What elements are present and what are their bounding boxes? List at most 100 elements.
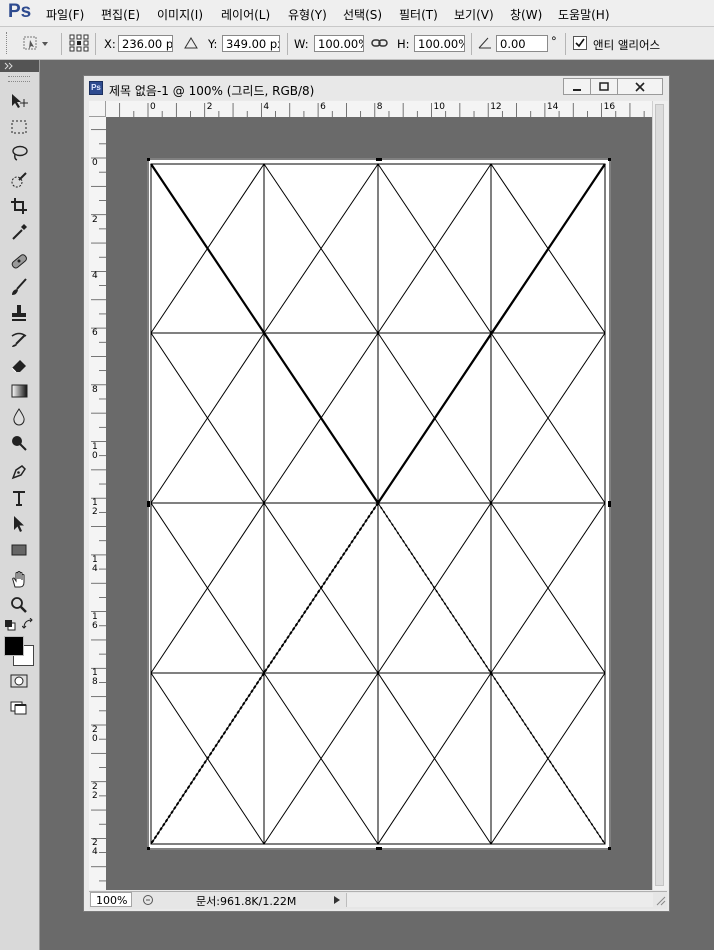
- reference-point-grid-icon: [69, 34, 89, 52]
- canvas-document[interactable]: [147, 158, 611, 850]
- gradient-tool[interactable]: [9, 381, 29, 401]
- eraser-tool[interactable]: [9, 355, 29, 375]
- ruler-label: 12: [92, 498, 98, 518]
- menu-window[interactable]: 창(W): [510, 6, 542, 23]
- healing-brush-tool[interactable]: [9, 251, 29, 271]
- menu-filter[interactable]: 필터(T): [399, 6, 438, 23]
- ruler-label: 12: [490, 102, 502, 112]
- screen-mode-button[interactable]: [9, 697, 29, 717]
- status-info-button[interactable]: [139, 893, 157, 907]
- link-icon[interactable]: [371, 36, 389, 50]
- history-brush-tool[interactable]: [9, 329, 29, 349]
- menu-file[interactable]: 파일(F): [46, 6, 84, 23]
- ruler-label: 14: [546, 102, 559, 112]
- separator: [95, 33, 96, 55]
- menu-image[interactable]: 이미지(I): [157, 6, 203, 23]
- stamp-icon: [12, 305, 26, 321]
- status-info-icon: [143, 895, 153, 905]
- degree-unit: °: [551, 34, 557, 48]
- checkmark-icon: [575, 38, 585, 48]
- close-icon: [635, 81, 645, 92]
- hand-icon: [12, 571, 25, 588]
- antialias-checkbox[interactable]: [573, 36, 587, 50]
- tools-panel-header[interactable]: [0, 60, 39, 72]
- y-label: Y:: [208, 37, 218, 51]
- hand-tool[interactable]: [9, 569, 29, 589]
- separator: [471, 33, 472, 55]
- crop-icon: [11, 198, 27, 214]
- ruler-origin[interactable]: [89, 101, 106, 117]
- rectangular-marquee-icon: [11, 120, 27, 134]
- document-icon: Ps: [89, 81, 103, 95]
- height-field[interactable]: 100.00%: [414, 35, 465, 52]
- antialias-label: 앤티 앨리어스: [593, 38, 661, 52]
- x-position-field[interactable]: 236.00 px: [118, 35, 173, 52]
- separator: [565, 33, 566, 55]
- ruler-label: 6: [320, 102, 326, 112]
- menu-layer[interactable]: 레이어(L): [221, 6, 270, 23]
- close-button[interactable]: [617, 78, 663, 95]
- vertical-scroll-thumb[interactable]: [655, 104, 664, 886]
- gradient-icon: [11, 384, 28, 398]
- type-tool[interactable]: [9, 488, 29, 508]
- height-label: H:: [397, 37, 410, 51]
- blur-tool[interactable]: [9, 407, 29, 427]
- transform-handle: [608, 501, 611, 507]
- menu-view[interactable]: 보기(V): [454, 6, 494, 23]
- type-icon: [13, 491, 25, 506]
- path-selection-tool[interactable]: [9, 514, 29, 534]
- maximize-button[interactable]: [590, 78, 618, 95]
- quick-selection-tool[interactable]: [9, 170, 29, 190]
- ruler-label: 10: [433, 102, 445, 112]
- rectangle-tool[interactable]: [9, 540, 29, 560]
- pen-tool[interactable]: [9, 462, 29, 482]
- menu-select[interactable]: 선택(S): [343, 6, 382, 23]
- zoom-tool[interactable]: [9, 595, 29, 615]
- transform-handle: [147, 847, 150, 850]
- history-brush-icon: [11, 332, 27, 347]
- quick-mask-button[interactable]: [9, 671, 29, 691]
- transform-preset-icon: [23, 36, 48, 50]
- ruler-label: 2: [206, 102, 213, 112]
- ruler-label: 4: [263, 102, 270, 112]
- relative-position-icon[interactable]: [183, 35, 199, 51]
- status-menu-arrow[interactable]: [330, 893, 344, 907]
- move-tool[interactable]: [9, 91, 29, 111]
- ruler-label: 20: [92, 725, 98, 744]
- screen-mode-icon: [10, 701, 27, 715]
- dodge-tool[interactable]: [9, 433, 29, 453]
- swap-colors-icon[interactable]: [21, 617, 34, 630]
- width-field[interactable]: 100.00%: [314, 35, 364, 52]
- minimize-icon: [573, 88, 581, 91]
- minimize-button[interactable]: [563, 78, 591, 95]
- default-colors-icon[interactable]: [4, 619, 16, 631]
- menu-help[interactable]: 도움말(H): [558, 6, 610, 23]
- brush-tool[interactable]: [9, 277, 29, 297]
- marquee-tool[interactable]: [9, 117, 29, 137]
- transform-handle: [376, 158, 382, 161]
- foreground-color-swatch[interactable]: [4, 636, 24, 656]
- lasso-tool[interactable]: [9, 143, 29, 163]
- reference-point-locator[interactable]: [69, 34, 91, 52]
- ruler-label: 0: [150, 102, 156, 112]
- zoom-level-field[interactable]: 100%: [90, 892, 132, 907]
- crop-tool[interactable]: [9, 196, 29, 216]
- horizontal-scrollbar[interactable]: [346, 893, 653, 907]
- resize-grip[interactable]: [652, 893, 667, 907]
- ruler-label: 18: [92, 668, 98, 688]
- tools-panel-grip[interactable]: [8, 76, 30, 82]
- triangle-right-icon: [334, 896, 340, 904]
- separator: [287, 33, 288, 55]
- rotation-angle-field[interactable]: 0.00: [496, 35, 548, 52]
- menu-type[interactable]: 유형(Y): [288, 6, 327, 23]
- ruler-label: 8: [92, 384, 98, 395]
- ruler-label: 8: [376, 102, 383, 112]
- options-bar-grip[interactable]: [6, 32, 10, 54]
- transform-handle: [608, 158, 611, 161]
- tool-preset-picker[interactable]: [20, 34, 50, 52]
- clone-stamp-tool[interactable]: [9, 303, 29, 323]
- transform-handle: [376, 847, 382, 850]
- y-position-field[interactable]: 349.00 px: [222, 35, 280, 52]
- menu-edit[interactable]: 편집(E): [101, 6, 140, 23]
- eyedropper-tool[interactable]: [9, 222, 29, 242]
